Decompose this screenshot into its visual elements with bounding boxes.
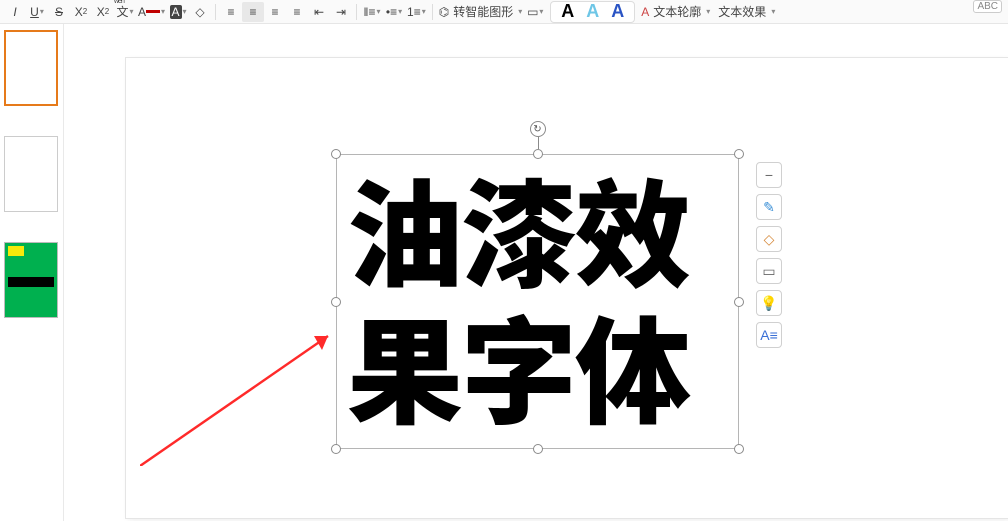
style-sample-blue: A	[605, 1, 630, 22]
textbox-content[interactable]: 油漆效果字体	[337, 155, 738, 437]
strikethrough-button[interactable]: S	[48, 2, 70, 22]
chevron-down-icon: ▾	[161, 7, 165, 16]
font-color-icon: A	[138, 5, 146, 19]
resize-handle-mr[interactable]	[734, 297, 744, 307]
subscript-icon: X	[97, 5, 105, 19]
quick-tools: − ✎ ◇ ▭ 💡 A≡	[756, 162, 784, 348]
text-outline-label: 文本轮廓	[649, 3, 705, 20]
underline-icon: U	[30, 5, 39, 19]
resize-handle-bl[interactable]	[331, 444, 341, 454]
slide-thumbnail-rail	[0, 24, 64, 521]
rect-icon: ▭	[762, 263, 775, 280]
quick-shadow-button[interactable]: ▭	[756, 258, 782, 284]
abc-group: ABC	[973, 0, 1002, 13]
align-center-icon: ≡	[250, 5, 257, 19]
shape-icon: ▭	[527, 5, 538, 19]
smart-graphic-button[interactable]: ⌬转智能图形▾	[437, 2, 525, 22]
slide-thumb-2[interactable]	[4, 136, 58, 212]
superscript-icon: X	[75, 5, 83, 19]
numbering-icon: 1≡	[407, 5, 421, 19]
slide-thumb-3[interactable]	[4, 242, 58, 318]
phonetic-guide-button[interactable]: wěn文▾	[114, 2, 136, 22]
text-effect-label: 文本效果	[714, 3, 770, 20]
chevron-down-icon: ▾	[183, 7, 187, 16]
bulb-icon: 💡	[760, 295, 777, 312]
underline-button[interactable]: U▾	[26, 2, 48, 22]
selected-textbox[interactable]: ↻ 油漆效果字体	[336, 154, 739, 449]
separator	[356, 4, 357, 20]
style-sample-cyan: A	[580, 1, 605, 22]
chevron-down-icon: ▾	[518, 7, 522, 16]
indent-icon: ⇥	[336, 5, 346, 19]
smart-graphic-label: 转智能图形	[449, 3, 517, 20]
smart-graphic-icon: ⌬	[439, 5, 449, 19]
subscript-button[interactable]: X2	[92, 2, 114, 22]
text-outline-button[interactable]: A文本轮廓▾	[639, 2, 712, 22]
chevron-down-icon: ▾	[706, 7, 710, 16]
outdent-icon: ⇤	[314, 5, 324, 19]
rotate-connector	[538, 137, 539, 149]
superscript-button[interactable]: X2	[70, 2, 92, 22]
italic-icon: I	[13, 5, 16, 19]
resize-handle-bm[interactable]	[533, 444, 543, 454]
resize-handle-ml[interactable]	[331, 297, 341, 307]
italic-button[interactable]: I	[4, 2, 26, 22]
strike-icon: S	[55, 5, 63, 19]
insert-shape-button[interactable]: ▭▾	[524, 2, 546, 22]
decrease-indent-button[interactable]: ⇤	[308, 2, 330, 22]
resize-handle-br[interactable]	[734, 444, 744, 454]
align-right-icon: ≡	[272, 5, 279, 19]
resize-handle-tl[interactable]	[331, 149, 341, 159]
resize-handle-tm[interactable]	[533, 149, 543, 159]
chevron-down-icon: ▾	[398, 7, 402, 16]
chevron-down-icon: ▾	[539, 7, 543, 16]
abc-icon[interactable]: ABC	[973, 0, 1002, 13]
toolbar: I U▾ S X2 X2 wěn文▾ A▾ A▾ ◇ ≡ ≡ ≡ ≡ ⇤ ⇥ ‖…	[0, 0, 1008, 24]
phonetic-ruby: wěn	[114, 0, 124, 5]
diamond-icon: ◇	[764, 231, 775, 248]
chevron-down-icon: ▾	[130, 7, 134, 16]
separator	[432, 4, 433, 20]
eraser-icon: ◇	[195, 5, 204, 19]
bullets-button[interactable]: •≡▾	[383, 2, 405, 22]
quick-shape-button[interactable]: ◇	[756, 226, 782, 252]
align-right-button[interactable]: ≡	[264, 2, 286, 22]
minus-icon: −	[765, 167, 773, 183]
increase-indent-button[interactable]: ⇥	[330, 2, 352, 22]
textpane-icon: A≡	[760, 327, 778, 343]
main-area: ↻ 油漆效果字体 − ✎ ◇ ▭ 💡 A≡	[0, 24, 1008, 521]
text-outline-icon: A	[641, 5, 649, 19]
bullets-icon: •≡	[386, 5, 397, 19]
resize-handle-tr[interactable]	[734, 149, 744, 159]
align-left-icon: ≡	[228, 5, 235, 19]
brush-icon: ✎	[763, 199, 775, 216]
phonetic-icon: 文	[116, 3, 128, 20]
chevron-down-icon: ▾	[422, 7, 426, 16]
line-spacing-button[interactable]: ‖≡▾	[361, 2, 383, 22]
quick-collapse-button[interactable]: −	[756, 162, 782, 188]
quick-textpane-button[interactable]: A≡	[756, 322, 782, 348]
text-effect-button[interactable]: 文本效果▾	[712, 2, 777, 22]
chevron-down-icon: ▾	[40, 7, 44, 16]
rotate-handle[interactable]: ↻	[530, 121, 546, 137]
line-spacing-icon: ‖≡	[364, 5, 376, 19]
clear-format-button[interactable]: ◇	[189, 2, 211, 22]
quick-brush-button[interactable]: ✎	[756, 194, 782, 220]
highlight-button[interactable]: A▾	[167, 2, 189, 22]
align-justify-icon: ≡	[294, 5, 301, 19]
chevron-down-icon: ▾	[377, 7, 381, 16]
slide-thumb-1[interactable]	[4, 30, 58, 106]
chevron-down-icon: ▾	[771, 7, 775, 16]
separator	[215, 4, 216, 20]
font-color-button[interactable]: A▾	[136, 2, 167, 22]
quick-idea-button[interactable]: 💡	[756, 290, 782, 316]
align-justify-button[interactable]: ≡	[286, 2, 308, 22]
numbering-button[interactable]: 1≡▾	[405, 2, 428, 22]
align-left-button[interactable]: ≡	[220, 2, 242, 22]
highlight-icon: A	[170, 5, 182, 19]
style-sample-black: A	[555, 1, 580, 22]
align-center-button[interactable]: ≡	[242, 2, 264, 22]
text-style-gallery[interactable]: A A A	[550, 1, 635, 23]
